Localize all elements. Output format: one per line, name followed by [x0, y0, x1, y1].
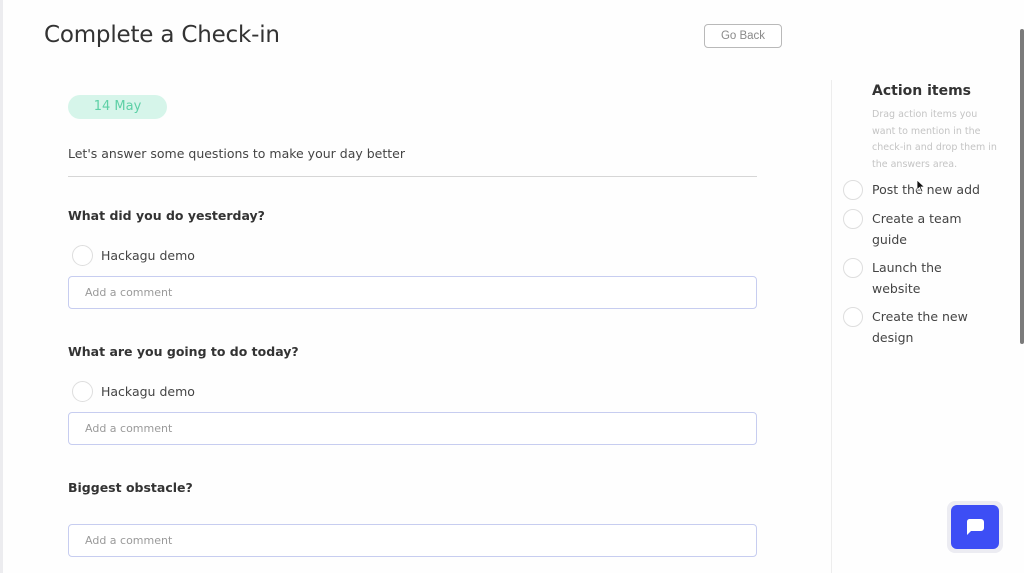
action-item-label: Launch the website [872, 260, 942, 296]
chat-bubble-icon [966, 519, 984, 535]
date-badge: 14 May [68, 95, 167, 119]
sidebar-title: Action items [872, 83, 971, 99]
divider [68, 176, 757, 177]
comment-input-yesterday[interactable] [68, 276, 757, 309]
question-label: What are you going to do today? [68, 344, 299, 359]
window-left-edge [0, 0, 3, 573]
comment-input-obstacle[interactable] [68, 524, 757, 557]
intro-text: Let's answer some questions to make your… [68, 146, 405, 161]
answer-item[interactable]: Hackagu demo [72, 381, 195, 402]
go-back-button[interactable]: Go Back [704, 24, 782, 48]
sidebar-hint: Drag action items you want to mention in… [872, 109, 997, 170]
action-item-label: Create a team guide [872, 211, 962, 247]
action-item[interactable]: Create the new design [843, 306, 993, 348]
comment-input-today[interactable] [68, 412, 757, 445]
answer-label: Hackagu demo [101, 384, 195, 399]
action-item-radio[interactable] [843, 209, 863, 229]
action-item-label: Create the new design [872, 309, 968, 345]
action-item-radio[interactable] [843, 307, 863, 327]
chat-button[interactable] [947, 501, 1003, 553]
action-item-label: Post the new add [872, 182, 980, 197]
answer-radio[interactable] [72, 245, 93, 266]
page-title: Complete a Check-in [44, 22, 280, 48]
mouse-cursor-icon [916, 179, 926, 193]
scrollbar[interactable] [1020, 29, 1024, 344]
question-label: What did you do yesterday? [68, 208, 265, 223]
answer-radio[interactable] [72, 381, 93, 402]
answer-item[interactable]: Hackagu demo [72, 245, 195, 266]
chat-button-inner [951, 505, 999, 549]
sidebar-divider [831, 80, 832, 573]
action-item[interactable]: Create a team guide [843, 208, 993, 250]
action-item-radio[interactable] [843, 180, 863, 200]
action-item[interactable]: Launch the website [843, 257, 993, 299]
question-label: Biggest obstacle? [68, 480, 193, 495]
action-item-radio[interactable] [843, 258, 863, 278]
answer-label: Hackagu demo [101, 248, 195, 263]
